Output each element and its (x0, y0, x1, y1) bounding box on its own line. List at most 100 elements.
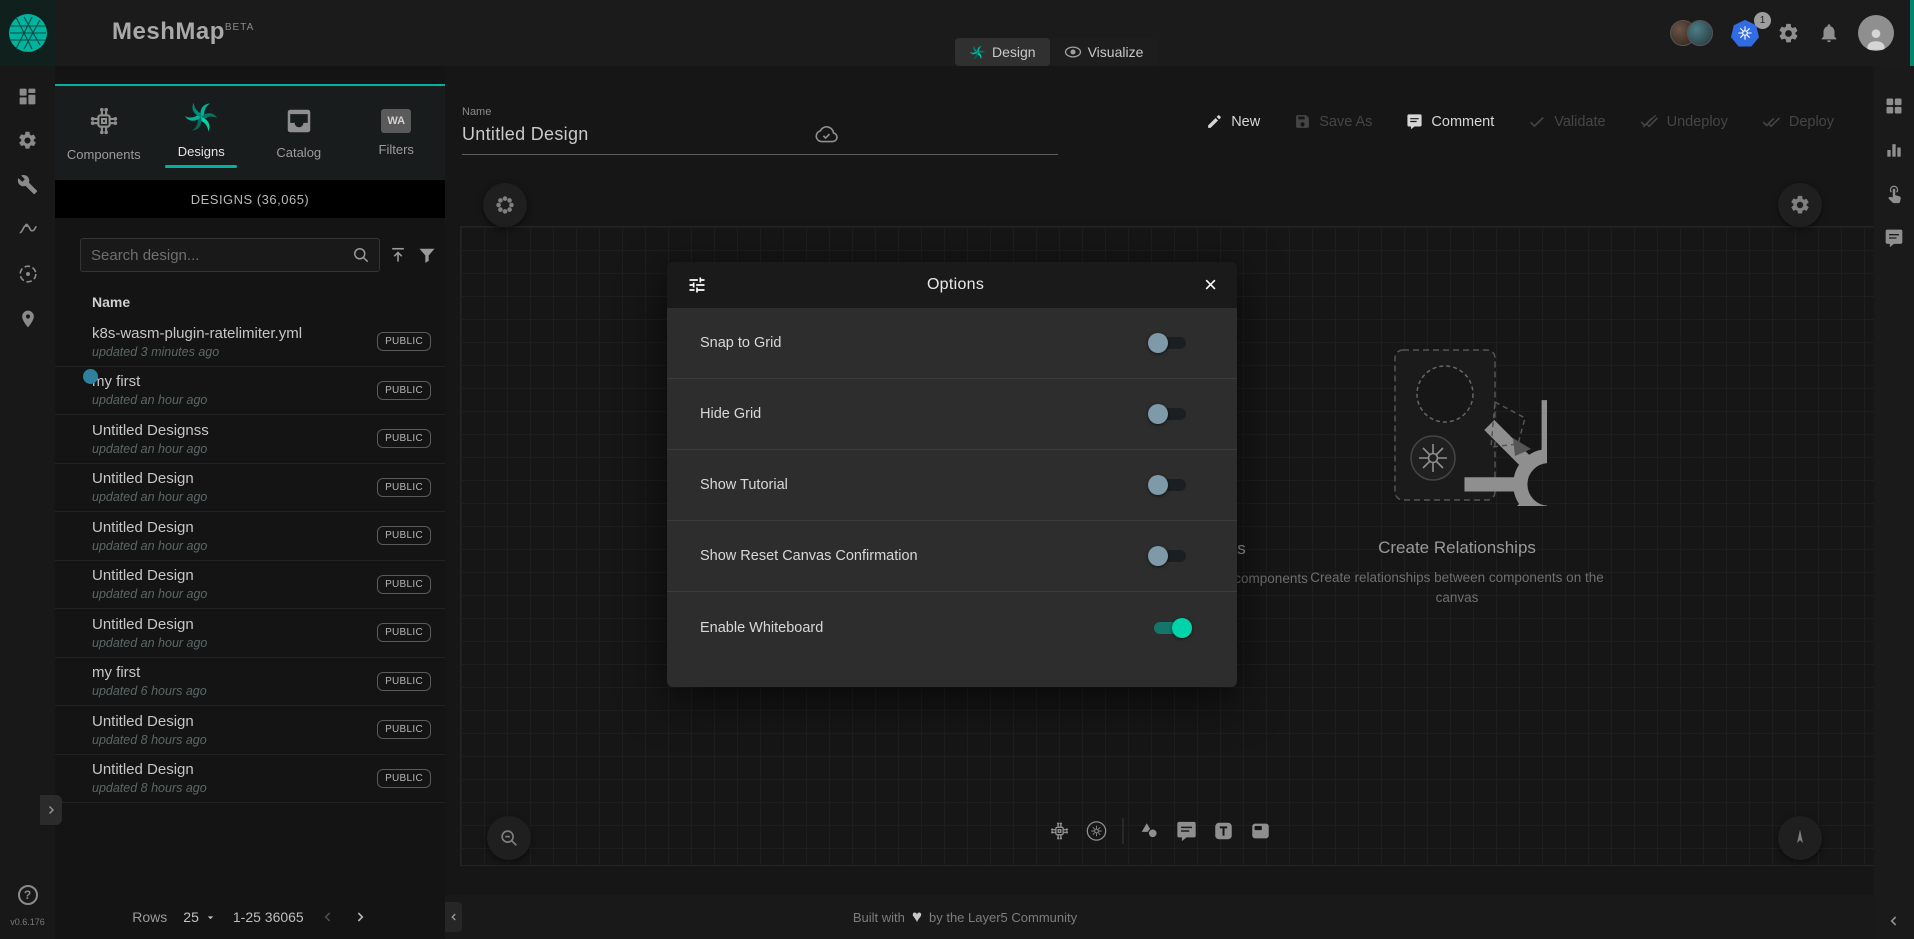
tab-components[interactable]: Components (55, 86, 153, 180)
hide-grid-toggle[interactable] (1148, 403, 1192, 425)
text-tool-icon[interactable] (1212, 820, 1234, 842)
validate-button[interactable]: Validate (1528, 113, 1605, 131)
rows-per-page-select[interactable]: 25 (183, 909, 217, 925)
undeploy-icon (1640, 112, 1659, 131)
snap-to-grid-toggle[interactable] (1148, 332, 1192, 354)
widget-dock (1874, 66, 1914, 939)
search-icon[interactable] (351, 245, 371, 265)
visibility-badge[interactable]: PUBLIC (377, 478, 431, 497)
touch-gesture-icon[interactable] (1884, 184, 1904, 204)
tab-visualize-mode[interactable]: Visualize (1050, 38, 1158, 66)
catalog-icon (284, 106, 314, 136)
layouts-grid-icon[interactable] (1884, 96, 1904, 116)
search-input[interactable] (81, 247, 351, 264)
shapes-icon[interactable] (1138, 820, 1160, 842)
analytics-chart-icon[interactable] (1884, 140, 1904, 160)
eye-icon (1064, 43, 1082, 61)
visibility-badge[interactable]: PUBLIC (377, 769, 431, 788)
mesh-logo-icon (8, 13, 48, 53)
designs-swirl-icon (183, 99, 219, 135)
heart-icon: ♥ (912, 907, 922, 927)
design-list-item[interactable]: Untitled Designupdated an hour ago PUBLI… (55, 609, 445, 658)
column-header-name: Name (92, 294, 130, 310)
k8s-context-switcher[interactable]: 1 (1731, 19, 1759, 47)
design-list-item[interactable]: Untitled Designupdated an hour ago PUBLI… (55, 464, 445, 513)
option-row-hide-grid: Hide Grid (667, 379, 1237, 450)
tab-design-mode[interactable]: Design (955, 38, 1050, 66)
notifications-bell-icon[interactable] (1818, 22, 1840, 44)
visibility-badge[interactable]: PUBLIC (377, 429, 431, 448)
canvas-flower-menu-button[interactable] (483, 183, 527, 227)
configuration-tools-icon[interactable] (17, 174, 38, 195)
design-list-item[interactable]: my firstupdated 6 hours ago PUBLIC (55, 658, 445, 707)
option-row-reset-confirmation: Show Reset Canvas Confirmation (667, 521, 1237, 592)
canvas-settings-button[interactable] (1778, 183, 1822, 227)
settings-gear-icon[interactable] (1777, 22, 1800, 45)
design-name-field: Name (462, 106, 1058, 155)
tab-designs[interactable]: Designs (153, 86, 251, 180)
relationship-illustration (1367, 346, 1547, 506)
tab-catalog[interactable]: Catalog (250, 86, 348, 180)
design-list-item[interactable]: Untitled Designssupdated an hour ago PUB… (55, 415, 445, 464)
components-dock-icon[interactable] (1048, 820, 1070, 842)
design-list-item[interactable]: k8s-wasm-plugin-ratelimiter.ymlupdated 3… (55, 318, 445, 367)
canvas-dock (1048, 818, 1271, 844)
meshery-logo[interactable] (0, 0, 55, 66)
design-list-item[interactable]: Untitled Designupdated an hour ago PUBLI… (55, 561, 445, 610)
reset-canvas-confirmation-toggle[interactable] (1148, 545, 1192, 567)
design-owner-avatar (83, 369, 98, 384)
save-as-button[interactable]: Save As (1294, 113, 1372, 130)
design-list-item[interactable]: Untitled Designupdated an hour ago PUBLI… (55, 512, 445, 561)
undeploy-button[interactable]: Undeploy (1640, 112, 1728, 131)
visibility-badge[interactable]: PUBLIC (377, 575, 431, 594)
enable-whiteboard-toggle[interactable] (1148, 617, 1192, 639)
footer-collapse-handle[interactable] (445, 902, 462, 932)
filter-funnel-icon[interactable] (417, 245, 437, 265)
navigate-button[interactable] (1778, 816, 1822, 860)
user-avatar[interactable] (1858, 15, 1894, 51)
kubernetes-dock-icon[interactable] (1085, 820, 1107, 842)
dock-collapse-icon[interactable] (1886, 913, 1902, 929)
next-page-icon[interactable] (352, 909, 368, 925)
visibility-badge[interactable]: PUBLIC (377, 623, 431, 642)
visibility-badge[interactable]: PUBLIC (377, 526, 431, 545)
app-version: v0.6.176 (10, 917, 45, 927)
options-list: Snap to Grid Hide Grid Show Tutorial Sho… (667, 308, 1237, 687)
comment-dock-icon[interactable] (1175, 820, 1197, 842)
performance-icon[interactable] (17, 218, 39, 240)
design-list-item[interactable]: Untitled Designupdated 8 hours ago PUBLI… (55, 706, 445, 755)
prev-page-icon[interactable] (320, 909, 336, 925)
design-name-label: Name (462, 106, 1058, 118)
mode-toggle: Design Visualize (955, 38, 1157, 66)
lifecycle-gears-icon[interactable] (17, 130, 38, 151)
deploy-button[interactable]: Deploy (1762, 112, 1834, 131)
upload-design-icon[interactable] (388, 245, 408, 265)
comment-button[interactable]: Comment (1406, 113, 1494, 130)
collaborator-avatar[interactable] (1687, 20, 1713, 46)
panel-expand-handle[interactable] (40, 795, 62, 825)
close-icon[interactable]: × (1204, 274, 1217, 296)
media-tool-icon[interactable] (1249, 820, 1271, 842)
tab-filters[interactable]: WA Filters (348, 86, 446, 180)
wasm-icon: WA (381, 109, 411, 133)
mesh-adapter-icon[interactable] (17, 263, 39, 285)
help-button[interactable]: ? (18, 885, 38, 905)
visibility-badge[interactable]: PUBLIC (377, 672, 431, 691)
visibility-badge[interactable]: PUBLIC (377, 720, 431, 739)
option-row-enable-whiteboard: Enable Whiteboard (667, 592, 1237, 663)
explore-pin-icon[interactable] (18, 308, 38, 330)
visibility-badge[interactable]: PUBLIC (377, 381, 431, 400)
design-name-input[interactable] (462, 124, 792, 145)
design-list-item[interactable]: Untitled Designupdated 8 hours ago PUBLI… (55, 755, 445, 804)
zoom-button[interactable] (487, 816, 531, 860)
visibility-badge[interactable]: PUBLIC (377, 332, 431, 351)
active-tab-indicator (165, 165, 237, 168)
dashboard-icon[interactable] (17, 86, 38, 107)
show-tutorial-toggle[interactable] (1148, 474, 1192, 496)
new-button[interactable]: New (1206, 113, 1260, 130)
design-list-item[interactable]: my firstupdated an hour ago PUBLIC (55, 367, 445, 416)
canvas-footer: Built with ♥ by the Layer5 Community (445, 895, 1874, 939)
notification-drawer-edge[interactable] (1910, 0, 1914, 66)
panel-tabs: Components Designs Catalog WA Filters (55, 84, 445, 180)
comments-widget-icon[interactable] (1884, 228, 1904, 248)
